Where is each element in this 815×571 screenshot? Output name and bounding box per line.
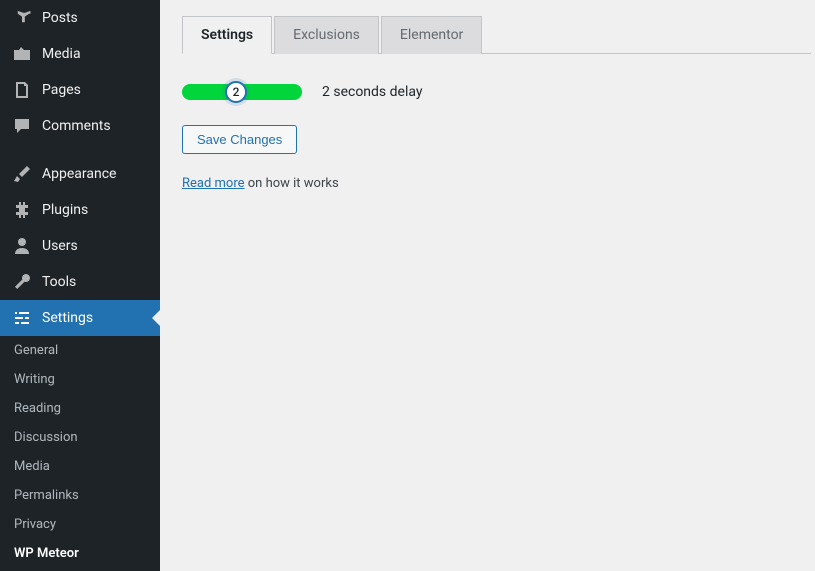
tab-content: 2 2 seconds delay Save Changes Read more… bbox=[160, 54, 815, 221]
delay-label: 2 seconds delay bbox=[322, 84, 423, 100]
pages-icon bbox=[12, 80, 32, 100]
delay-slider-row: 2 2 seconds delay bbox=[182, 84, 793, 100]
info-text: Read more on how it works bbox=[182, 176, 793, 191]
submenu-item-permalinks[interactable]: Permalinks bbox=[0, 481, 160, 510]
brush-icon bbox=[12, 164, 32, 184]
sidebar-item-label: Posts bbox=[42, 10, 78, 26]
sidebar-item-label: Comments bbox=[42, 118, 111, 134]
comment-icon bbox=[12, 116, 32, 136]
submenu-item-writing[interactable]: Writing bbox=[0, 365, 160, 394]
submenu-item-discussion[interactable]: Discussion bbox=[0, 423, 160, 452]
tab-exclusions[interactable]: Exclusions bbox=[274, 16, 379, 54]
sidebar-item-label: Settings bbox=[42, 310, 93, 326]
sidebar-item-label: Pages bbox=[42, 82, 81, 98]
tab-settings[interactable]: Settings bbox=[182, 16, 272, 54]
media-icon bbox=[12, 44, 32, 64]
sidebar-item-label: Plugins bbox=[42, 202, 88, 218]
settings-submenu: General Writing Reading Discussion Media… bbox=[0, 336, 160, 568]
submenu-item-privacy[interactable]: Privacy bbox=[0, 510, 160, 539]
sidebar-item-appearance[interactable]: Appearance bbox=[0, 156, 160, 192]
sidebar-item-media[interactable]: Media bbox=[0, 36, 160, 72]
sidebar-item-settings[interactable]: Settings bbox=[0, 300, 160, 336]
sidebar-item-tools[interactable]: Tools bbox=[0, 264, 160, 300]
tab-elementor[interactable]: Elementor bbox=[381, 16, 482, 54]
save-button[interactable]: Save Changes bbox=[182, 125, 297, 154]
main-content: Settings Exclusions Elementor 2 2 second… bbox=[160, 0, 815, 571]
sidebar-item-plugins[interactable]: Plugins bbox=[0, 192, 160, 228]
read-more-link[interactable]: Read more bbox=[182, 176, 245, 191]
sidebar-item-users[interactable]: Users bbox=[0, 228, 160, 264]
sidebar-item-label: Media bbox=[42, 46, 81, 62]
sidebar-item-label: Tools bbox=[42, 274, 76, 290]
plugin-icon bbox=[12, 200, 32, 220]
submenu-item-media[interactable]: Media bbox=[0, 452, 160, 481]
admin-sidebar: Posts Media Pages Comments Appearance Pl… bbox=[0, 0, 160, 571]
sliders-icon bbox=[12, 308, 32, 328]
submenu-item-wp-meteor[interactable]: WP Meteor bbox=[0, 539, 160, 568]
sidebar-item-label: Appearance bbox=[42, 166, 116, 182]
delay-slider[interactable]: 2 bbox=[182, 84, 302, 100]
user-icon bbox=[12, 236, 32, 256]
sidebar-item-label: Users bbox=[42, 238, 78, 254]
submenu-item-general[interactable]: General bbox=[0, 336, 160, 365]
wrench-icon bbox=[12, 272, 32, 292]
sidebar-item-comments[interactable]: Comments bbox=[0, 108, 160, 144]
slider-handle[interactable]: 2 bbox=[225, 81, 247, 103]
submenu-item-reading[interactable]: Reading bbox=[0, 394, 160, 423]
tabs-nav: Settings Exclusions Elementor bbox=[182, 15, 811, 54]
pin-icon bbox=[12, 8, 32, 28]
sidebar-item-posts[interactable]: Posts bbox=[0, 0, 160, 36]
sidebar-item-pages[interactable]: Pages bbox=[0, 72, 160, 108]
info-rest: on how it works bbox=[245, 176, 339, 191]
